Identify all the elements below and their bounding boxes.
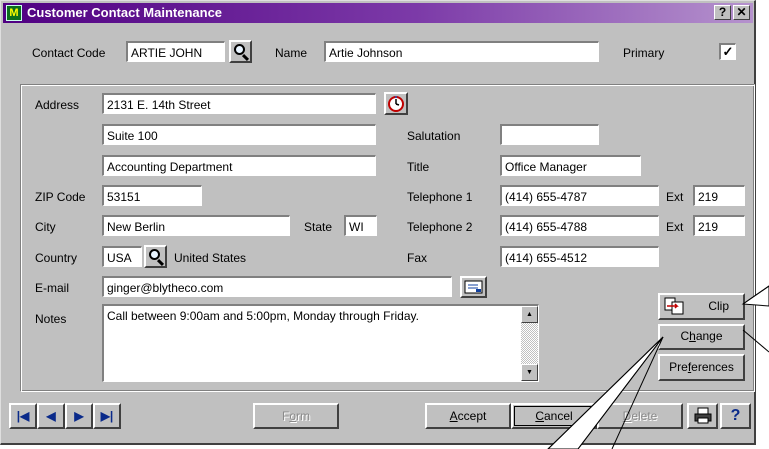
email-label: E-mail — [35, 281, 70, 295]
change-button[interactable]: Change — [658, 324, 745, 350]
cancel-button[interactable]: Cancel — [511, 403, 597, 429]
ext2-input[interactable]: 219 — [693, 215, 745, 236]
address-line1-input[interactable]: 2131 E. 14th Street — [102, 93, 376, 114]
notes-scrollbar[interactable]: ▲ ▼ — [521, 306, 538, 381]
preferences-button[interactable]: Preferences — [658, 354, 745, 381]
first-record-button[interactable]: |◀ — [9, 403, 37, 429]
clip-label: Clip — [708, 299, 729, 313]
print-button[interactable] — [687, 403, 718, 429]
email-compose-button[interactable] — [460, 276, 487, 298]
ext1-input[interactable]: 219 — [693, 185, 745, 206]
name-label: Name — [275, 46, 308, 60]
telephone1-label: Telephone 1 — [407, 190, 473, 204]
fax-label: Fax — [407, 251, 428, 265]
state-input[interactable]: WI — [344, 215, 377, 236]
address-label: Address — [35, 98, 80, 112]
address-line2-input[interactable]: Suite 100 — [102, 124, 376, 145]
primary-checkbox[interactable]: ✓ — [719, 43, 736, 60]
contact-code-label: Contact Code — [32, 46, 106, 60]
accept-button[interactable]: Accept — [425, 403, 511, 429]
address-history-button[interactable] — [384, 92, 408, 115]
last-record-button[interactable]: ▶| — [93, 403, 121, 429]
contact-code-input[interactable]: ARTIE JOHN — [126, 41, 225, 62]
close-title-button[interactable]: ✕ — [733, 5, 750, 20]
clip-button[interactable]: Clip — [658, 293, 745, 320]
address-line3-input[interactable]: Accounting Department — [102, 155, 376, 176]
title-input[interactable]: Office Manager — [500, 155, 641, 176]
window-title: Customer Contact Maintenance — [27, 5, 223, 20]
email-input[interactable]: ginger@blytheco.com — [102, 276, 452, 297]
ext1-label: Ext — [666, 190, 684, 204]
state-label: State — [304, 220, 333, 234]
fax-input[interactable]: (414) 655-4512 — [500, 246, 659, 267]
city-input[interactable]: New Berlin — [102, 215, 290, 236]
city-label: City — [35, 220, 56, 234]
title-label: Title — [407, 160, 430, 174]
clipboard-icon — [664, 297, 684, 315]
notes-textarea[interactable]: Call between 9:00am and 5:00pm, Monday t… — [102, 304, 539, 382]
clock-icon — [388, 96, 404, 112]
contact-maintenance-window: M Customer Contact Maintenance ? ✕ Conta… — [0, 0, 756, 445]
ext2-label: Ext — [666, 220, 684, 234]
primary-label: Primary — [623, 46, 665, 60]
next-record-button[interactable]: ▶ — [65, 403, 93, 429]
zip-code-input[interactable]: 53151 — [102, 185, 202, 206]
notes-label: Notes — [35, 312, 67, 326]
previous-record-button[interactable]: ◀ — [37, 403, 65, 429]
telephone2-label: Telephone 2 — [407, 220, 473, 234]
telephone2-input[interactable]: (414) 655-4788 — [500, 215, 659, 236]
printer-icon — [694, 407, 712, 424]
country-code-input[interactable]: USA — [102, 246, 142, 267]
title-bar[interactable]: M Customer Contact Maintenance ? ✕ — [3, 3, 753, 23]
name-input[interactable]: Artie Johnson — [324, 41, 599, 62]
scroll-down-icon[interactable]: ▼ — [521, 364, 538, 381]
delete-button[interactable]: Delete — [597, 403, 683, 429]
telephone1-input[interactable]: (414) 655-4787 — [500, 185, 659, 206]
contact-lookup-button[interactable] — [229, 40, 252, 63]
app-icon: M — [6, 5, 22, 21]
scroll-up-icon[interactable]: ▲ — [521, 306, 538, 323]
country-label: Country — [35, 251, 78, 265]
zip-code-label: ZIP Code — [35, 190, 86, 204]
email-icon — [464, 280, 483, 294]
salutation-label: Salutation — [407, 129, 461, 143]
salutation-input[interactable] — [500, 124, 599, 145]
help-button[interactable]: ? — [720, 403, 751, 429]
country-name-text: United States — [174, 251, 247, 265]
country-lookup-button[interactable] — [144, 245, 167, 268]
form-button[interactable]: Form — [253, 403, 339, 429]
help-title-button[interactable]: ? — [714, 5, 731, 20]
